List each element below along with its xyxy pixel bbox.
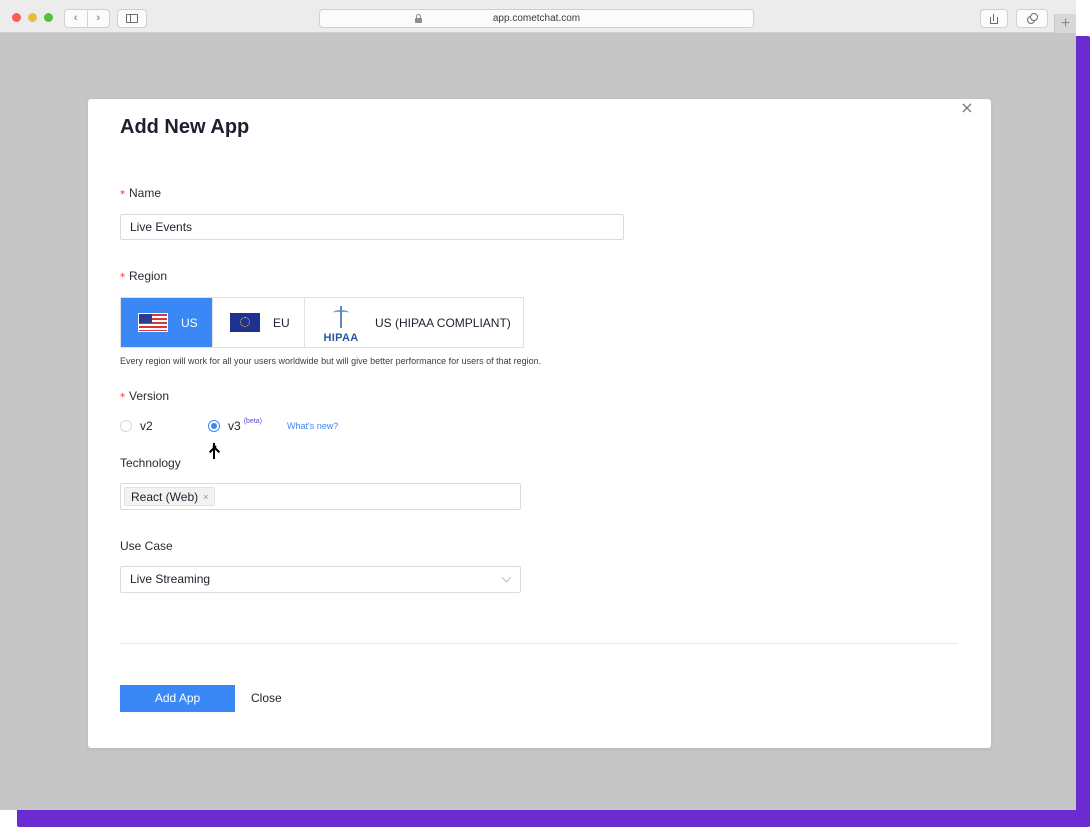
tabs-icon [1026, 13, 1038, 24]
region-help-text: Every region will work for all your user… [120, 356, 542, 366]
cursor-arrow-icon [204, 440, 224, 460]
browser-window: ‹ › app.cometchat.com + × Add New App * N… [0, 0, 1076, 810]
eu-flag-icon [230, 313, 260, 332]
share-icon [989, 13, 999, 24]
region-option-us[interactable]: US [121, 298, 213, 347]
hipaa-logo-icon: HIPAA [321, 304, 361, 344]
required-mark: * [120, 392, 125, 403]
close-button[interactable]: Close [251, 685, 282, 712]
radio-button[interactable] [208, 420, 220, 432]
version-option-v2[interactable]: v2 [120, 419, 153, 433]
version-option-v3[interactable]: v3 (beta) [208, 417, 262, 433]
required-mark: * [120, 189, 125, 200]
region-option-label: US (HIPAA COMPLIANT) [375, 315, 511, 330]
required-mark: * [120, 272, 125, 283]
browser-toolbar: ‹ › app.cometchat.com + [0, 0, 1076, 33]
close-icon[interactable]: × [958, 99, 976, 117]
add-app-button[interactable]: Add App [120, 685, 235, 712]
use-case-value: Live Streaming [130, 572, 211, 586]
forward-button[interactable]: › [88, 10, 110, 27]
use-case-label: Use Case [120, 539, 173, 553]
remove-tag-icon[interactable]: × [203, 492, 208, 502]
chevron-down-icon [501, 572, 512, 583]
name-input[interactable]: Live Events [120, 214, 624, 240]
plus-icon: + [1060, 14, 1071, 32]
lock-icon [415, 14, 422, 23]
technology-label: Technology [120, 456, 181, 470]
nav-buttons: ‹ › [64, 9, 110, 28]
sidebar-icon [126, 14, 138, 23]
version-option-label: v2 [140, 419, 153, 433]
us-flag-icon [138, 313, 168, 332]
zoom-window-button[interactable] [44, 13, 53, 22]
technology-tag: React (Web) × [124, 487, 216, 506]
tag-label: React (Web) [131, 489, 199, 504]
tab-overview-button[interactable] [1016, 9, 1048, 28]
url-text: app.cometchat.com [492, 13, 581, 24]
name-label: * Name [120, 186, 162, 200]
region-label: * Region [120, 269, 168, 283]
version-label: * Version [120, 389, 170, 403]
use-case-select[interactable]: Live Streaming [120, 566, 521, 593]
technology-input[interactable]: React (Web) × [120, 483, 521, 510]
region-option-label: EU [273, 315, 290, 330]
region-selector: US EU HIPAA US (HIPAA COMPLIANT) [120, 297, 524, 348]
sidebar-toggle-button[interactable] [117, 9, 147, 28]
address-bar[interactable]: app.cometchat.com [319, 9, 754, 28]
radio-button[interactable] [120, 420, 132, 432]
share-button[interactable] [980, 9, 1008, 28]
add-app-modal: × Add New App * Name Live Events * Region … [88, 99, 991, 748]
region-option-hipaa[interactable]: HIPAA US (HIPAA COMPLIANT) [305, 298, 523, 347]
close-window-button[interactable] [12, 13, 21, 22]
minimize-window-button[interactable] [28, 13, 37, 22]
modal-title: Add New App [120, 116, 250, 138]
chevron-left-icon: ‹ [73, 12, 78, 24]
back-button[interactable]: ‹ [65, 10, 87, 27]
region-option-label: US [181, 315, 198, 330]
modal-divider [120, 643, 958, 644]
new-tab-button[interactable]: + [1054, 14, 1076, 33]
whats-new-link[interactable]: What's new? [287, 421, 338, 431]
region-option-eu[interactable]: EU [213, 298, 305, 347]
version-option-label: v3 [228, 419, 241, 433]
beta-badge: (beta) [243, 417, 262, 425]
chevron-right-icon: › [96, 12, 101, 24]
